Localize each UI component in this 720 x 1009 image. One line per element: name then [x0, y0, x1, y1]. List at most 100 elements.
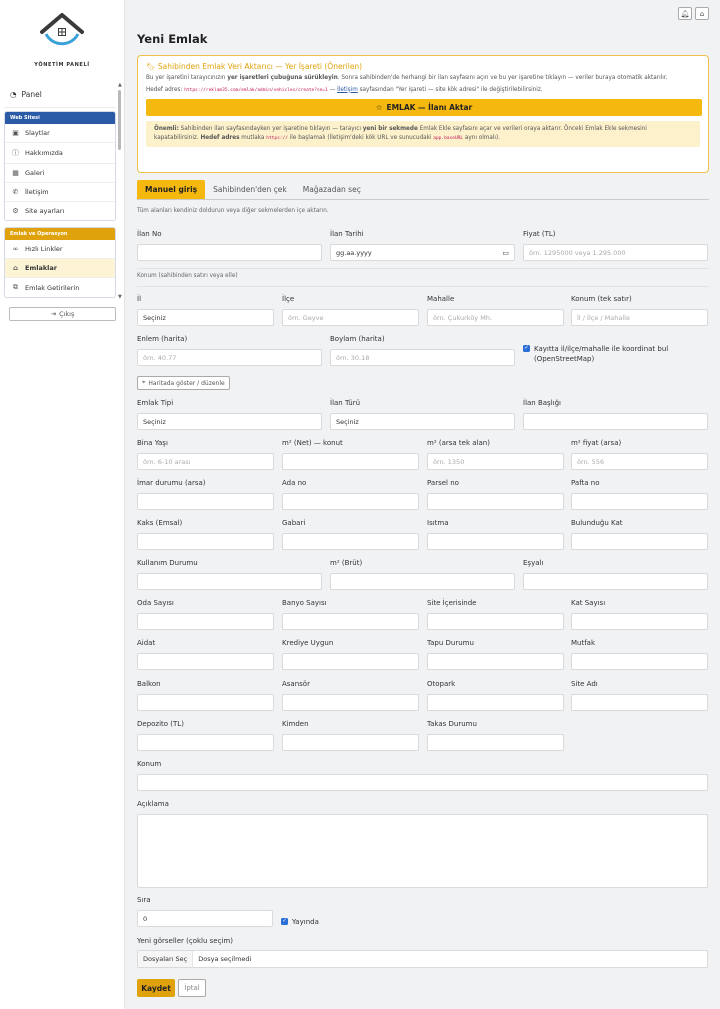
save-button[interactable]: Kaydet — [137, 979, 175, 997]
tapu-input[interactable] — [427, 653, 564, 670]
aidat-input[interactable] — [137, 653, 274, 670]
home-icon[interactable]: ⌂ — [695, 7, 709, 20]
top-actions: 🔔︎ ⌂ — [678, 7, 709, 20]
field-otopark: Otopark — [427, 680, 564, 711]
asansor-input[interactable] — [282, 694, 419, 711]
sidebar-item-hizli-linkler[interactable]: ∞ Hızlı Linkler — [5, 240, 115, 259]
oda-input[interactable] — [137, 613, 274, 630]
gabari-input[interactable] — [282, 533, 419, 550]
field-label: Bulunduğu Kat — [571, 519, 623, 527]
field-kullanim: Kullanım Durumu — [137, 559, 322, 590]
fiyat-input[interactable]: örn. 1295000 veya 1.295.000 — [523, 244, 708, 261]
cancel-button[interactable]: İptal — [178, 979, 206, 997]
pafta-input[interactable] — [571, 493, 708, 510]
aciklama-textarea[interactable] — [137, 814, 708, 888]
banyo-input[interactable] — [282, 613, 419, 630]
code: https:// — [266, 135, 288, 141]
sidebar-item-emlak-getirilerin[interactable]: ⧉ Emlak Getirilerin — [5, 278, 115, 297]
m2-fiyat-input[interactable]: örn. 556 — [571, 453, 708, 470]
mutfak-input[interactable] — [571, 653, 708, 670]
tab-sahibinden-cek[interactable]: Sahibinden'den çek — [205, 180, 295, 199]
bell-icon[interactable]: 🔔︎ — [678, 7, 692, 20]
sidebar-item-slaytlar[interactable]: ▣ Slaytlar — [5, 124, 115, 143]
field-imar: İmar durumu (arsa) — [137, 479, 274, 510]
field-label: m² (Brüt) — [330, 559, 363, 567]
site-adi-input[interactable] — [571, 694, 708, 711]
depozito-input[interactable] — [137, 734, 274, 751]
kaks-input[interactable] — [137, 533, 274, 550]
ilan-tarihi-input[interactable]: gg.aa.yyyy ▭ — [330, 244, 515, 261]
takas-input[interactable] — [427, 734, 564, 751]
site-icerisinde-input[interactable] — [427, 613, 564, 630]
imar-input[interactable] — [137, 493, 274, 510]
kimden-input[interactable] — [282, 734, 419, 751]
m2-brut-input[interactable] — [330, 573, 515, 590]
text-bold: yer işaretleri çubuğuna sürükleyin — [227, 75, 338, 81]
sidebar-item-galeri[interactable]: ▦ Galeri — [5, 164, 115, 183]
sidebar-item-hakkimizda[interactable]: ⓘ Hakkımızda — [5, 143, 115, 164]
isitma-input[interactable] — [427, 533, 564, 550]
sidebar-item-site-ayarlari[interactable]: ⚙ Site ayarları — [5, 202, 115, 220]
bina-yasi-input[interactable]: örn. 6-10 arası — [137, 453, 274, 470]
section-hint: Konum (sahibinden satırı veya elle) — [137, 273, 238, 279]
check-icon[interactable]: ✓ — [523, 345, 530, 352]
tab-manuel-giris[interactable]: Manuel giriş — [137, 180, 206, 199]
parsel-input[interactable] — [427, 493, 564, 510]
enlem-input[interactable]: örn. 40.77 — [137, 349, 322, 366]
scroll-thumb[interactable] — [118, 90, 121, 150]
boylam-input[interactable]: örn. 30.18 — [330, 349, 515, 366]
field-label: Bina Yaşı — [137, 439, 168, 447]
page-title: Yeni Emlak — [137, 32, 208, 46]
ilan-turu-select[interactable]: Seçiniz — [330, 413, 515, 430]
field-label: Kullanım Durumu — [137, 559, 198, 567]
field-label: Kaks (Emsal) — [137, 519, 183, 527]
m2-net-input[interactable] — [282, 453, 419, 470]
tab-magazadan-sec[interactable]: Mağazadan seç — [295, 180, 369, 199]
scroll-down-icon[interactable]: ▼ — [118, 294, 122, 300]
import-bookmarklet-button[interactable]: ☆ EMLAK — İlanı Aktar — [146, 99, 702, 117]
ilan-basligi-input[interactable] — [523, 413, 708, 430]
logout-icon: ⇥ — [50, 310, 57, 318]
m2-arsa-input[interactable]: örn. 1350 — [427, 453, 564, 470]
ilce-input[interactable]: örn. Geyve — [282, 309, 419, 326]
importer-title-text: Sahibinden Emlak Veri Aktarıcı — Yer İşa… — [157, 62, 363, 71]
sidebar-scrollbar[interactable]: ▲ ▼ — [117, 82, 123, 300]
importer-box: 🔖︎ Sahibinden Emlak Veri Aktarıcı — Yer … — [137, 55, 709, 173]
check-icon[interactable]: ✓ — [281, 918, 288, 925]
otopark-input[interactable] — [427, 694, 564, 711]
house-logo-icon — [40, 13, 84, 46]
sidebar-nav[interactable]: ◔ Panel Web Sitesi ▣ Slaytlar ⓘ Hakkımızda… — [4, 82, 116, 300]
choose-files-button[interactable]: Dosyaları Seç — [138, 951, 194, 967]
kredi-input[interactable] — [282, 653, 419, 670]
scroll-up-icon[interactable]: ▲ — [118, 82, 122, 88]
sira-input[interactable]: 0 — [137, 910, 273, 927]
dashboard-icon: ◔ — [10, 90, 17, 99]
ilan-no-input[interactable] — [137, 244, 322, 261]
kullanim-input[interactable] — [137, 573, 322, 590]
konum-tek-input[interactable]: İl / İlçe / Mahalle — [571, 309, 708, 326]
field-label: Parsel no — [427, 479, 459, 487]
field-label: Açıklama — [137, 800, 169, 808]
field-label: Isıtma — [427, 519, 449, 527]
calendar-icon[interactable]: ▭ — [502, 249, 509, 257]
geo-lookup-checkbox[interactable]: ✓ Kayıtta il/ilçe/mahalle ile koordinat … — [523, 344, 693, 364]
sidebar-item-iletisim[interactable]: ✆ İletişim — [5, 183, 115, 202]
iletisim-link[interactable]: İletişim — [337, 87, 358, 93]
ada-input[interactable] — [282, 493, 419, 510]
map-button[interactable]: ⌖ Haritada göster / düzenle — [137, 376, 230, 390]
emlak-tipi-select[interactable]: Seçiniz — [137, 413, 322, 430]
field-label: İlan Başlığı — [523, 399, 561, 407]
esyali-input[interactable] — [523, 573, 708, 590]
konum-input[interactable] — [137, 774, 708, 791]
images-file-input[interactable]: Dosyaları Seç Dosya seçilmedi — [137, 950, 708, 968]
field-kaks: Kaks (Emsal) — [137, 519, 274, 550]
kat-sayisi-input[interactable] — [571, 613, 708, 630]
sidebar-item-emlaklar[interactable]: ⌂ Emlaklar — [5, 259, 115, 278]
sidebar-item-panel[interactable]: ◔ Panel — [4, 82, 116, 108]
balkon-input[interactable] — [137, 694, 274, 711]
yayinda-checkbox[interactable]: ✓ Yayında — [281, 917, 319, 927]
il-select[interactable]: Seçiniz — [137, 309, 274, 326]
mahalle-input[interactable]: örn. Çukurköy Mh. — [427, 309, 564, 326]
logout-button[interactable]: ⇥ Çıkış — [9, 307, 116, 321]
bulundugu-kat-input[interactable] — [571, 533, 708, 550]
